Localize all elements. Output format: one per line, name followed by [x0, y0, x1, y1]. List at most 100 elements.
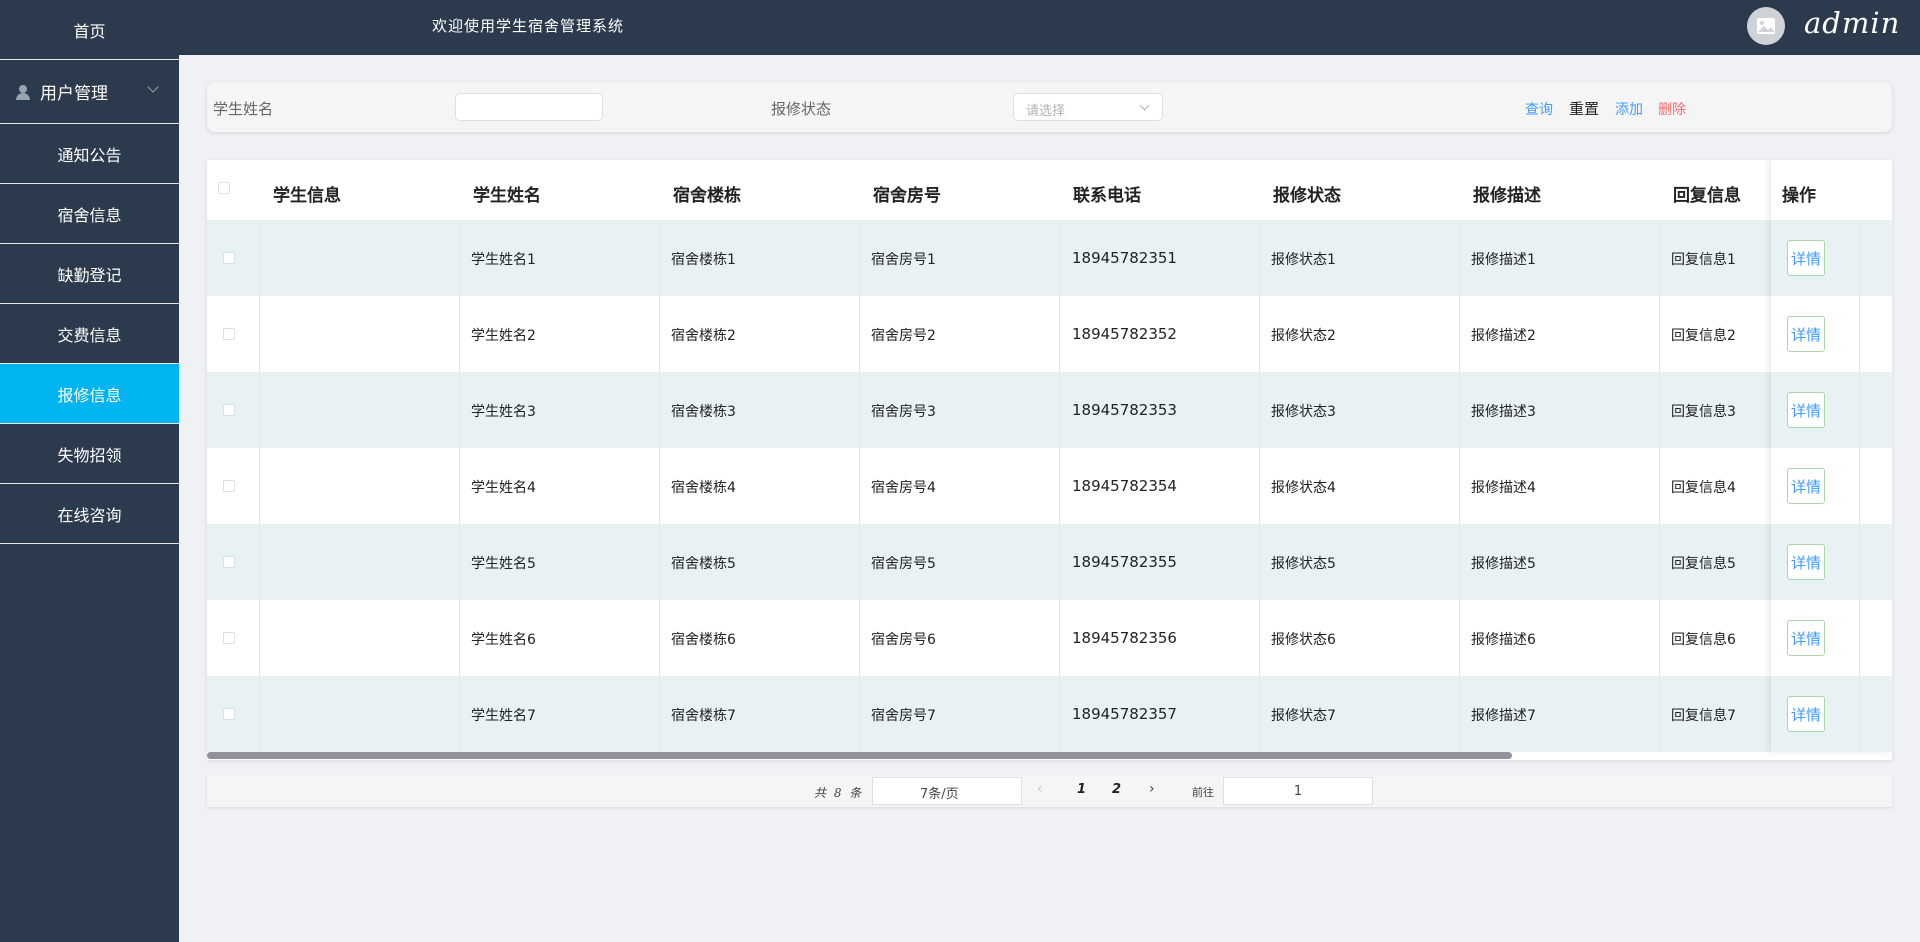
cell-repair-status: 报修状态2 — [1260, 296, 1460, 372]
row-checkbox[interactable] — [223, 556, 235, 568]
cell-phone: 18945782355 — [1060, 524, 1260, 600]
detail-button[interactable]: 详情 — [1787, 468, 1825, 504]
cell-reply-text: 回复信息6 — [1671, 632, 1736, 648]
cell-building-text: 宿舍楼栋4 — [671, 480, 736, 496]
cell-repair-status-text: 报修状态3 — [1271, 404, 1336, 420]
student-name-input[interactable] — [455, 93, 603, 121]
goto-page-input[interactable]: 1 — [1223, 777, 1373, 805]
cell-repair-status: 报修状态1 — [1260, 220, 1460, 296]
cell-building: 宿舍楼栋4 — [660, 448, 860, 524]
sidebar-item-notices[interactable]: 通知公告 — [0, 124, 179, 184]
cell-student-info — [260, 448, 460, 524]
query-button[interactable]: 查询 — [1525, 99, 1553, 119]
sidebar-item-label: 失物招领 — [57, 445, 122, 465]
sidebar-item-label: 用户管理 — [40, 84, 108, 104]
detail-button[interactable]: 详情 — [1787, 392, 1825, 428]
cell-student-name-text: 学生姓名6 — [471, 632, 536, 648]
table-row: 学生姓名2 宿舍楼栋2 宿舍房号2 18945782352 报修状态2 报修描述2 回复信息… — [207, 296, 1892, 372]
row-checkbox[interactable] — [223, 404, 235, 416]
cell-student-name-text: 学生姓名3 — [471, 404, 536, 420]
cell-reply-text: 回复信息2 — [1671, 328, 1736, 344]
cell-student-name: 学生姓名6 — [460, 600, 660, 676]
cell-repair-status: 报修状态7 — [1260, 676, 1460, 752]
cell-student-name: 学生姓名7 — [460, 676, 660, 752]
cell-phone-text: 18945782352 — [1072, 325, 1177, 343]
cell-phone: 18945782357 — [1060, 676, 1260, 752]
detail-button[interactable]: 详情 — [1787, 544, 1825, 580]
page-2-button[interactable]: 2 — [1112, 782, 1121, 797]
cell-student-info — [260, 676, 460, 752]
row-checkbox[interactable] — [223, 480, 235, 492]
sidebar-item-lost-found[interactable]: 失物招领 — [0, 424, 179, 484]
sidebar-item-absence[interactable]: 缺勤登记 — [0, 244, 179, 304]
pagination: 共 8 条 7条/页 ‹ 1 2 › 前往 1 — [207, 775, 1892, 807]
repair-status-select[interactable]: 请选择 — [1013, 93, 1163, 121]
sidebar-item-consult[interactable]: 在线咨询 — [0, 484, 179, 544]
add-button[interactable]: 添加 — [1615, 99, 1643, 119]
cell-building: 宿舍楼栋3 — [660, 372, 860, 448]
next-page-button[interactable]: › — [1149, 781, 1155, 797]
cell-student-info — [260, 372, 460, 448]
cell-building: 宿舍楼栋1 — [660, 220, 860, 296]
sidebar-item-repairs[interactable]: 报修信息 — [0, 364, 179, 424]
cell-repair-desc: 报修描述5 — [1460, 524, 1660, 600]
cell-repair-status-text: 报修状态5 — [1271, 556, 1336, 572]
cell-repair-status-text: 报修状态2 — [1271, 328, 1336, 344]
cell-repair-desc-text: 报修描述3 — [1471, 404, 1536, 420]
page-1-button[interactable]: 1 — [1077, 782, 1086, 797]
cell-phone-text: 18945782356 — [1072, 629, 1177, 647]
cell-building-text: 宿舍楼栋5 — [671, 556, 736, 572]
top-header: 欢迎使用学生宿舍管理系统 admin — [179, 0, 1920, 55]
sidebar-item-label: 通知公告 — [57, 145, 122, 165]
sidebar-item-dorm-info[interactable]: 宿舍信息 — [0, 184, 179, 244]
prev-page-button[interactable]: ‹ — [1037, 781, 1043, 797]
cell-building: 宿舍楼栋6 — [660, 600, 860, 676]
select-all-checkbox[interactable] — [218, 182, 230, 194]
table-row: 学生姓名6 宿舍楼栋6 宿舍房号6 18945782356 报修状态6 报修描述6 回复信息… — [207, 600, 1892, 676]
cell-repair-desc: 报修描述3 — [1460, 372, 1660, 448]
table-row: 学生姓名1 宿舍楼栋1 宿舍房号1 18945782351 报修状态1 报修描述1 回复信息… — [207, 220, 1892, 296]
delete-button[interactable]: 删除 — [1658, 99, 1686, 119]
cell-room: 宿舍房号2 — [860, 296, 1060, 372]
sidebar-item-fees[interactable]: 交费信息 — [0, 304, 179, 364]
table-header: 学生信息 学生姓名 宿舍楼栋 宿舍房号 联系电话 报修状态 报修描述 回复信息 … — [207, 160, 1892, 220]
row-checkbox[interactable] — [223, 708, 235, 720]
image-icon — [1757, 18, 1775, 34]
cell-repair-desc-text: 报修描述6 — [1471, 632, 1536, 648]
sidebar-item-home[interactable]: 首页 — [0, 0, 179, 60]
cell-phone-text: 18945782351 — [1072, 249, 1177, 267]
cell-room-text: 宿舍房号7 — [871, 708, 936, 724]
col-building: 宿舍楼栋 — [673, 186, 741, 206]
cell-room-text: 宿舍房号6 — [871, 632, 936, 648]
cell-building: 宿舍楼栋7 — [660, 676, 860, 752]
sidebar-item-user-management[interactable]: 用户管理 — [0, 60, 179, 124]
goto-label: 前往 — [1192, 786, 1214, 799]
detail-button[interactable]: 详情 — [1787, 240, 1825, 276]
cell-room: 宿舍房号5 — [860, 524, 1060, 600]
horizontal-scrollbar[interactable] — [207, 752, 1512, 759]
row-checkbox[interactable] — [223, 328, 235, 340]
col-repair-desc: 报修描述 — [1473, 186, 1541, 206]
row-checkbox[interactable] — [223, 252, 235, 264]
sidebar-item-label: 报修信息 — [57, 385, 122, 405]
row-checkbox[interactable] — [223, 632, 235, 644]
cell-phone: 18945782354 — [1060, 448, 1260, 524]
cell-repair-desc: 报修描述2 — [1460, 296, 1660, 372]
detail-button[interactable]: 详情 — [1787, 620, 1825, 656]
cell-repair-desc-text: 报修描述7 — [1471, 708, 1536, 724]
username[interactable]: admin — [1804, 6, 1900, 40]
reset-button[interactable]: 重置 — [1569, 98, 1599, 119]
cell-repair-status: 报修状态3 — [1260, 372, 1460, 448]
detail-button[interactable]: 详情 — [1787, 696, 1825, 732]
cell-room: 宿舍房号6 — [860, 600, 1060, 676]
cell-building-text: 宿舍楼栋2 — [671, 328, 736, 344]
page-size-select[interactable]: 7条/页 — [872, 777, 1022, 805]
avatar[interactable] — [1747, 7, 1785, 45]
repair-table: 学生信息 学生姓名 宿舍楼栋 宿舍房号 联系电话 报修状态 报修描述 回复信息 … — [207, 160, 1892, 760]
cell-phone-text: 18945782357 — [1072, 705, 1177, 723]
cell-student-name: 学生姓名5 — [460, 524, 660, 600]
col-reply: 回复信息 — [1673, 186, 1741, 206]
cell-checkbox — [207, 372, 260, 448]
repair-status-label: 报修状态 — [771, 100, 832, 118]
detail-button[interactable]: 详情 — [1787, 316, 1825, 352]
